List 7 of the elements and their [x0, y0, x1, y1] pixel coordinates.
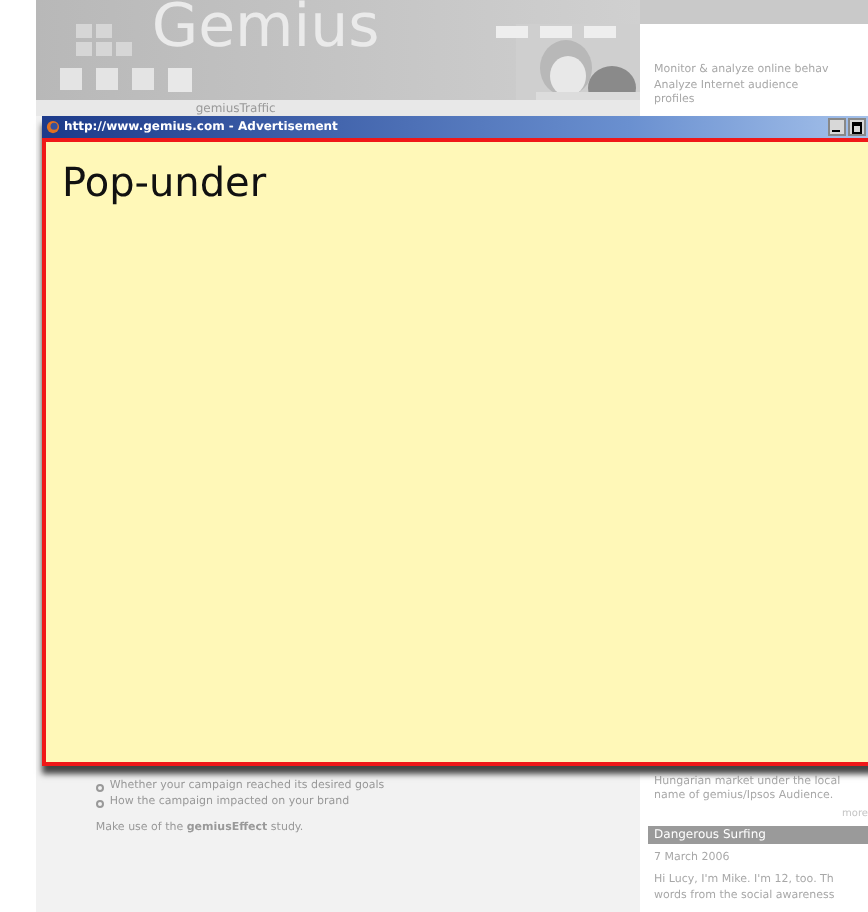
bullet-icon — [95, 783, 104, 791]
browser-icon — [46, 120, 60, 134]
bullet-icon — [95, 799, 104, 807]
ad-heading: Pop-under — [62, 158, 267, 206]
logo-icon — [75, 24, 136, 56]
maximize-button[interactable] — [848, 118, 866, 136]
minimize-button[interactable] — [828, 118, 846, 136]
